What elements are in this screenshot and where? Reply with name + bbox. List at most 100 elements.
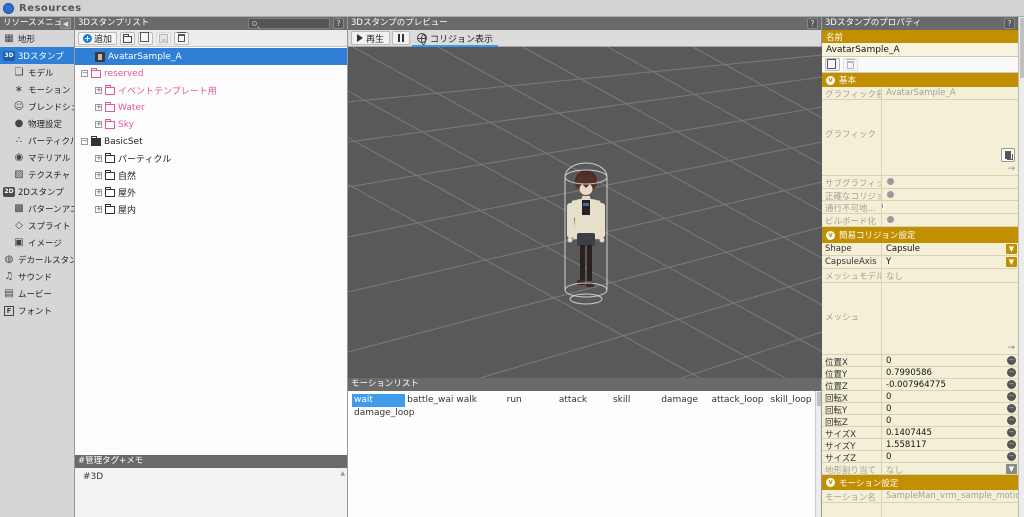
sidebar-item-3d-stamp[interactable]: 3D 3Dスタンプ xyxy=(0,47,74,64)
expand-expander[interactable]: + xyxy=(95,87,102,94)
pos-x-input[interactable]: 0− xyxy=(882,355,1018,366)
motion-section-bar[interactable]: v モーション設定 xyxy=(822,475,1018,490)
tree-item-basicset[interactable]: − BasicSet xyxy=(75,133,347,150)
basic-section-bar[interactable]: v 基本 xyxy=(822,73,1018,87)
tree-item-indoor[interactable]: + 屋内 xyxy=(75,201,347,218)
tree-item-event-template[interactable]: + イベントテンプレート用 xyxy=(75,82,347,99)
motion-item-run[interactable]: run xyxy=(505,394,557,407)
help-button[interactable]: ? xyxy=(807,18,818,29)
sidebar-item-motion[interactable]: ∗ モーション xyxy=(0,81,74,98)
rot-z-input[interactable]: 0− xyxy=(882,415,1018,426)
mesh-row[interactable]: メッシュ → xyxy=(822,283,1018,355)
motion-item-walk[interactable]: walk xyxy=(454,394,504,407)
add-button[interactable]: + 追加 xyxy=(78,31,118,45)
title-bar[interactable]: Resources xyxy=(0,0,1024,17)
arrow-right-icon[interactable]: → xyxy=(1007,343,1015,353)
expand-expander[interactable]: + xyxy=(95,172,102,179)
simple-collision-section-bar[interactable]: v 簡易コリジョン設定 xyxy=(822,227,1018,243)
size-y-input[interactable]: 1.558117− xyxy=(882,439,1018,450)
pause-button[interactable] xyxy=(392,31,411,45)
stepper-icon[interactable]: − xyxy=(1007,392,1016,401)
expand-expander[interactable]: + xyxy=(95,189,102,196)
sidebar-item-font[interactable]: F フォント xyxy=(0,302,74,319)
rot-x-input[interactable]: 0− xyxy=(882,391,1018,402)
name-input[interactable]: AvatarSample_A xyxy=(822,43,1018,57)
tree-item-outdoor[interactable]: + 屋外 xyxy=(75,184,347,201)
stepper-icon[interactable]: − xyxy=(1007,440,1016,449)
motion-item-attack[interactable]: attack xyxy=(557,394,611,407)
help-button[interactable]: ? xyxy=(1004,18,1015,29)
tree-item-sky[interactable]: + Sky xyxy=(75,116,347,133)
stepper-icon[interactable]: − xyxy=(1007,404,1016,413)
rot-y-input[interactable]: 0− xyxy=(882,403,1018,414)
tags-memo-field[interactable]: #3D xyxy=(75,468,347,517)
motion-item-damage[interactable]: damage xyxy=(659,394,709,407)
stepper-icon[interactable]: − xyxy=(1007,452,1016,461)
expand-expander[interactable]: + xyxy=(95,104,102,111)
graphic-stamp-icon[interactable] xyxy=(1001,148,1015,162)
chevron-down-icon[interactable]: ▼ xyxy=(1006,464,1017,474)
collapse-panel-button[interactable]: ◀ xyxy=(60,18,71,29)
copy-button[interactable] xyxy=(138,31,154,45)
expand-expander[interactable]: + xyxy=(95,121,102,128)
size-x-input[interactable]: 0.1407445− xyxy=(882,427,1018,438)
stepper-icon[interactable]: − xyxy=(1007,356,1016,365)
motion-item-damage-loop[interactable]: damage_loop xyxy=(352,407,417,420)
scroll-up-icon[interactable]: ▲ xyxy=(340,470,345,477)
tree-item-water[interactable]: + Water xyxy=(75,99,347,116)
properties-scrollbar[interactable] xyxy=(1018,17,1024,517)
sidebar-item-model[interactable]: ❏ モデル xyxy=(0,64,74,81)
new-folder-button[interactable] xyxy=(120,31,136,45)
motion-item-skill[interactable]: skill xyxy=(611,394,659,407)
sidebar-item-blendshape[interactable]: ☺ブレンドシェイプ xyxy=(0,98,74,115)
graphic-row[interactable]: グラフィック → xyxy=(822,100,1018,176)
motion-list-scrollbar[interactable] xyxy=(815,391,821,517)
sidebar-item-terrain[interactable]: ▦ 地形 xyxy=(0,30,74,47)
arrow-right-icon[interactable]: → xyxy=(1007,164,1015,174)
motion-item-skill-loop[interactable]: skill_loop xyxy=(769,394,813,407)
tree-item-avatarsample[interactable]: AvatarSample_A xyxy=(75,48,347,65)
terrain-assign-select[interactable]: なし ▼ xyxy=(882,463,1018,474)
size-z-input[interactable]: 0− xyxy=(882,451,1018,462)
paste-button[interactable] xyxy=(156,31,172,45)
pos-y-input[interactable]: 0.7990586− xyxy=(882,367,1018,378)
help-button[interactable]: ? xyxy=(333,18,344,29)
expand-expander[interactable]: + xyxy=(95,206,102,213)
pos-z-input[interactable]: -0.007964775− xyxy=(882,379,1018,390)
tree-item-reserved[interactable]: − reserved xyxy=(75,65,347,82)
search-input[interactable] xyxy=(248,18,330,29)
stepper-icon[interactable]: − xyxy=(1007,380,1016,389)
stepper-icon[interactable]: − xyxy=(1007,416,1016,425)
sidebar-item-physics[interactable]: ● 物理設定 xyxy=(0,115,74,132)
sidebar-item-image[interactable]: ▣ イメージ xyxy=(0,234,74,251)
sidebar-item-pattern-anime[interactable]: ▩ パターンアニメ xyxy=(0,200,74,217)
stepper-icon[interactable]: − xyxy=(1007,368,1016,377)
shape-select[interactable]: Capsule ▼ xyxy=(882,243,1018,255)
sidebar-item-decal-stamp[interactable]: ◍ デカールスタンプ xyxy=(0,251,74,268)
sidebar-item-material[interactable]: ◉ マテリアル xyxy=(0,149,74,166)
sidebar-item-2d-stamp[interactable]: 2D 2Dスタンプ xyxy=(0,183,74,200)
sidebar-item-movie[interactable]: ▤ ムービー xyxy=(0,285,74,302)
collapse-expander[interactable]: − xyxy=(81,70,88,77)
collision-toggle-button[interactable]: コリジョン表示 xyxy=(412,31,499,47)
tree-item-particle-folder[interactable]: + パーティクル xyxy=(75,150,347,167)
motion-item-wait[interactable]: wait xyxy=(352,394,406,407)
preview-viewport[interactable] xyxy=(348,47,822,378)
chevron-down-icon[interactable]: ▼ xyxy=(1006,244,1017,254)
capsule-axis-select[interactable]: Y ▼ xyxy=(882,256,1018,268)
stepper-icon[interactable]: − xyxy=(1007,428,1016,437)
delete-button[interactable] xyxy=(843,58,858,71)
motion-item-attack-loop[interactable]: attack_loop xyxy=(709,394,768,407)
sidebar-item-sound[interactable]: ♫ サウンド xyxy=(0,268,74,285)
copy-button[interactable] xyxy=(825,58,840,71)
chevron-down-icon[interactable]: ▼ xyxy=(1006,257,1017,267)
expand-expander[interactable]: + xyxy=(95,155,102,162)
motion-item-battle-wait[interactable]: battle_wait xyxy=(405,394,454,407)
tree-item-nature[interactable]: + 自然 xyxy=(75,167,347,184)
play-button[interactable]: 再生 xyxy=(351,31,391,45)
delete-button[interactable] xyxy=(174,31,190,45)
collapse-expander[interactable]: − xyxy=(81,138,88,145)
sidebar-item-texture[interactable]: ▨ テクスチャ xyxy=(0,166,74,183)
sidebar-item-sprite[interactable]: ◇ スプライト xyxy=(0,217,74,234)
sidebar-item-particle[interactable]: ∴ パーティクル xyxy=(0,132,74,149)
